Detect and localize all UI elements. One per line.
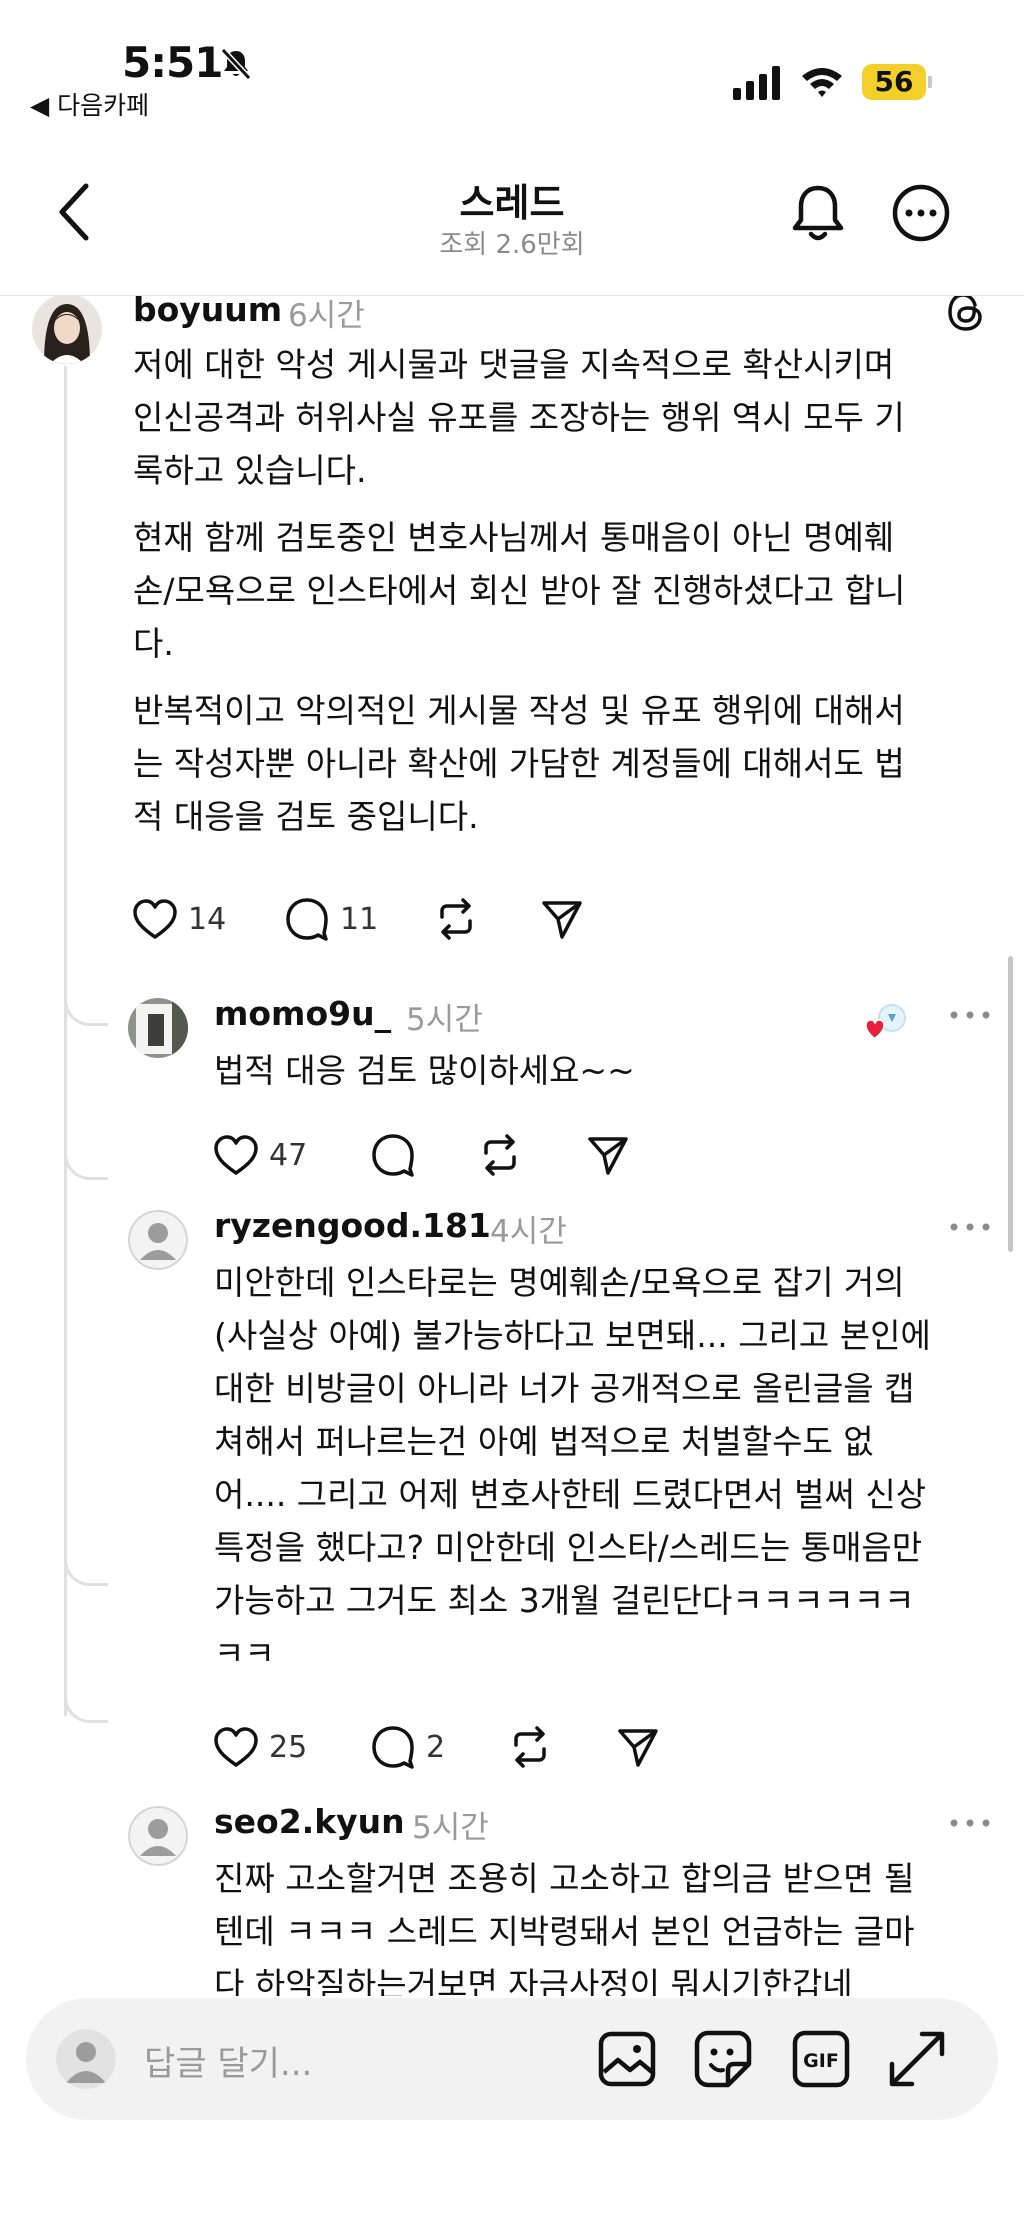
view-count: 조회 2.6만회 [439,230,585,260]
more-options-icon[interactable] [948,1816,992,1830]
repost-button[interactable] [434,896,478,942]
like-count: 25 [269,1729,308,1765]
comment-button[interactable]: 11 [284,896,378,942]
repost-button[interactable] [478,1132,522,1178]
scroll-indicator[interactable] [1008,956,1013,1252]
reply-time: 4시간 [490,1214,567,1250]
like-count: 47 [269,1137,308,1173]
share-button[interactable] [540,896,584,942]
cellular-signal-icon [733,66,780,100]
reply-time: 5시간 [412,1810,489,1846]
reply-body: 미안한데 인스타로는 명예훼손/모욕으로 잡기 거의 (사실상 아예) 불가능하… [214,1263,931,1673]
svg-text:GIF: GIF [803,2050,839,2072]
thread-connector [64,366,67,1096]
comment-icon [286,898,328,941]
reply-time: 5시간 [406,1002,483,1038]
comment-icon [372,1726,414,1769]
status-bar: 5:51 ◀ 다음카페 56 [0,0,1024,130]
post-paragraph-3: 반복적이고 악의적인 게시물 작성 및 유포 행위에 대해서 는 작성자뿐 아니… [133,691,905,836]
expand-icon[interactable] [886,2028,948,2090]
send-icon [542,901,582,939]
like-button[interactable]: 25 [213,1724,307,1770]
heart-icon [214,1135,258,1175]
repost-icon [514,1726,546,1768]
post-username[interactable]: boyuum [133,296,282,329]
reply-body: 진짜 고소할거면 조용히 고소하고 합의금 받으면 될 텐데 ㅋㅋㅋ 스레드 지… [214,1859,915,1996]
more-options-icon[interactable] [948,1220,992,1234]
reply-username[interactable]: ryzengood.181 [214,1206,491,1245]
post-paragraph-2: 현재 함께 검토중인 변호사님께서 통매음이 아닌 명예훼 손/모욕으로 인스타… [133,518,906,663]
thread-header: 스레드 조회 2.6만회 [0,130,1024,296]
repost-button[interactable] [508,1724,552,1770]
default-avatar-icon[interactable] [128,1806,188,1866]
avatar[interactable] [128,998,188,1058]
repost-icon [440,898,472,940]
comment-button[interactable]: 2 [370,1724,445,1770]
reply-input[interactable]: 답글 달기... [144,2036,312,2085]
notification-bell-icon[interactable] [788,182,848,246]
reply-composer[interactable]: 답글 달기... GIF [26,1998,998,2120]
comment-count: 11 [340,901,379,937]
reply-connector [64,996,108,1026]
default-avatar-icon [56,2029,116,2089]
reply-body: 법적 대응 검토 많이하세요~~ [214,1051,635,1090]
like-button[interactable]: 47 [213,1132,307,1178]
heart-icon [214,1727,258,1767]
back-to-app-link[interactable]: ◀ 다음카페 [30,86,149,122]
reply-username[interactable]: seo2.kyun [214,1802,405,1841]
silent-bell-icon [220,47,252,81]
default-avatar-icon[interactable] [128,1210,188,1270]
send-icon [588,1137,628,1175]
reply-username[interactable]: momo9u_ [214,994,391,1033]
threads-logo-icon [948,296,982,331]
comment-button[interactable] [370,1132,416,1178]
repost-icon [484,1134,516,1176]
post-time: 6시간 [288,298,365,334]
sticker-icon[interactable] [692,2028,754,2090]
page-title: 스레드 [459,181,565,225]
battery-level: 56 [862,64,926,100]
heart-icon [133,899,177,939]
share-button[interactable] [616,1724,660,1770]
thread-content: boyuum 6시간 저에 대한 악성 게시물과 댓글을 지속적으로 확산시키며… [0,296,1024,1996]
comment-icon [372,1134,414,1177]
gif-icon[interactable]: GIF [790,2028,852,2090]
like-button[interactable]: 14 [132,896,226,942]
image-icon[interactable] [596,2028,658,2090]
comment-count: 2 [426,1729,446,1765]
send-icon [618,1729,658,1767]
share-button[interactable] [586,1132,630,1178]
avatar[interactable] [32,296,102,364]
post-body: 저에 대한 악성 게시물과 댓글을 지속적으로 확산시키며 인신공격과 허위사실… [133,338,983,878]
more-options-icon[interactable] [948,1008,992,1022]
like-count: 14 [188,901,227,937]
battery-icon: 56 [862,64,932,100]
status-time: 5:51 [122,38,223,87]
post-paragraph-1: 저에 대한 악성 게시물과 댓글을 지속적으로 확산시키며 인신공격과 허위사실… [133,345,905,490]
more-options-icon[interactable] [892,184,950,242]
liked-by-author-badge [865,1002,906,1042]
wifi-icon [802,68,842,97]
